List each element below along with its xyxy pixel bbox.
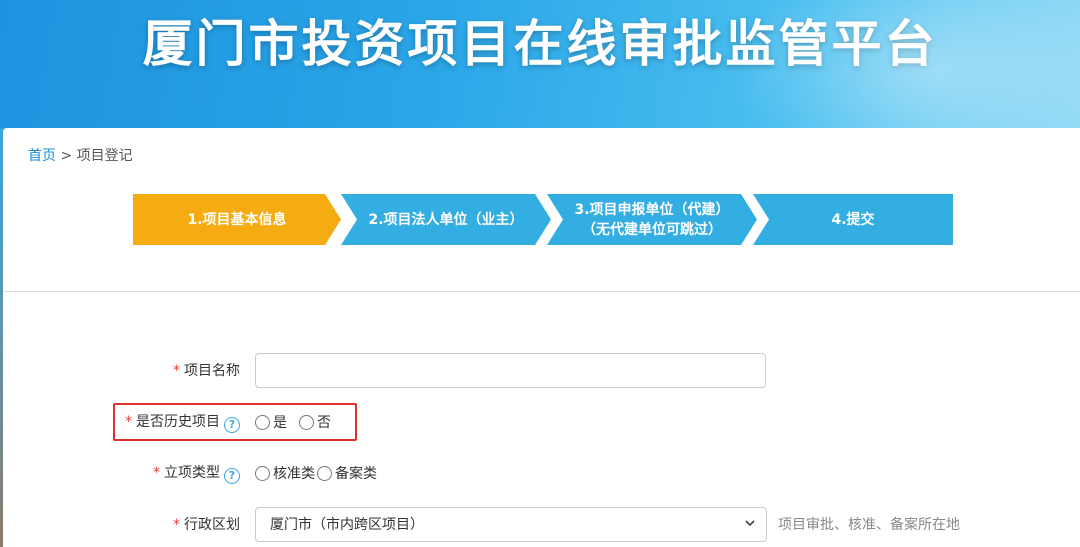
approval-type-label: * 立项类型? [153, 462, 240, 484]
section-divider [3, 291, 1080, 292]
breadcrumb-current: 项目登记 [76, 148, 133, 164]
approval-type-verify-option[interactable]: 核准类 [255, 463, 315, 483]
radio-filing[interactable] [317, 465, 332, 481]
help-icon[interactable]: ? [224, 417, 240, 433]
historical-no-option[interactable]: 否 [299, 412, 331, 432]
breadcrumb-home-link[interactable]: 首页 [28, 148, 56, 164]
help-icon[interactable]: ? [224, 468, 240, 484]
approval-type-row: * 立项类型? 核准类 备案类 [3, 455, 1080, 491]
breadcrumb: 首页 > 项目登记 [28, 145, 133, 165]
progress-steps: 1.项目基本信息 2.项目法人单位（业主） 3.项目申报单位（代建） （无代建单… [133, 194, 953, 245]
chevron-down-icon [744, 517, 756, 532]
step-label-line1: 3.项目申报单位（代建） [574, 201, 730, 218]
step-basic-info[interactable]: 1.项目基本信息 [133, 194, 341, 245]
step-label: 4.提交 [831, 211, 875, 228]
radio-no-label: 否 [317, 415, 331, 431]
step-submit[interactable]: 4.提交 [753, 194, 953, 245]
radio-yes-label: 是 [273, 415, 287, 431]
project-name-label-text: 项目名称 [184, 363, 240, 379]
radio-no[interactable] [299, 414, 314, 430]
step-declaring-unit[interactable]: 3.项目申报单位（代建） （无代建单位可跳过） [547, 194, 757, 245]
district-selected-value: 厦门市（市内跨区项目） [270, 517, 424, 533]
district-label: * 行政区划 [173, 514, 240, 534]
required-mark: * [173, 363, 180, 379]
historical-yes-option[interactable]: 是 [255, 412, 287, 432]
required-mark: * [125, 414, 132, 430]
historical-row: * 是否历史项目? 是 否 [3, 404, 1080, 440]
district-hint: 项目审批、核准、备案所在地 [778, 517, 960, 533]
breadcrumb-separator: > [60, 148, 73, 164]
radio-verify[interactable] [255, 465, 270, 481]
radio-yes[interactable] [255, 414, 270, 430]
platform-title: 厦门市投资项目在线审批监管平台 [142, 15, 938, 73]
radio-verify-label: 核准类 [273, 466, 315, 482]
required-mark: * [153, 465, 160, 481]
historical-radio-group: 是 否 [255, 412, 343, 432]
approval-type-label-text: 立项类型 [164, 465, 220, 481]
step-label: 1.项目基本信息 [187, 211, 287, 228]
historical-label-text: 是否历史项目 [136, 414, 220, 430]
project-name-input[interactable] [255, 352, 766, 388]
district-select[interactable]: 厦门市（市内跨区项目） [255, 506, 767, 542]
header-banner: 厦门市投资项目在线审批监管平台 [0, 0, 1080, 128]
historical-label: * 是否历史项目? [125, 411, 240, 433]
step-label-line2: （无代建单位可跳过） [582, 221, 722, 238]
project-name-row: * 项目名称 [3, 352, 1080, 388]
main-panel: 首页 > 项目登记 1.项目基本信息 2.项目法人单位（业主） 3.项目申报单位… [3, 128, 1080, 547]
approval-type-radio-group: 核准类 备案类 [255, 463, 389, 483]
step-label-group: 3.项目申报单位（代建） （无代建单位可跳过） [574, 200, 729, 240]
radio-filing-label: 备案类 [335, 466, 377, 482]
project-name-label: * 项目名称 [173, 360, 240, 380]
district-label-text: 行政区划 [184, 517, 240, 533]
district-row: * 行政区划 厦门市（市内跨区项目） 项目审批、核准、备案所在地 [3, 506, 1080, 542]
required-mark: * [173, 517, 180, 533]
step-legal-entity[interactable]: 2.项目法人单位（业主） [341, 194, 551, 245]
approval-type-filing-option[interactable]: 备案类 [317, 463, 377, 483]
step-label: 2.项目法人单位（业主） [368, 211, 524, 228]
